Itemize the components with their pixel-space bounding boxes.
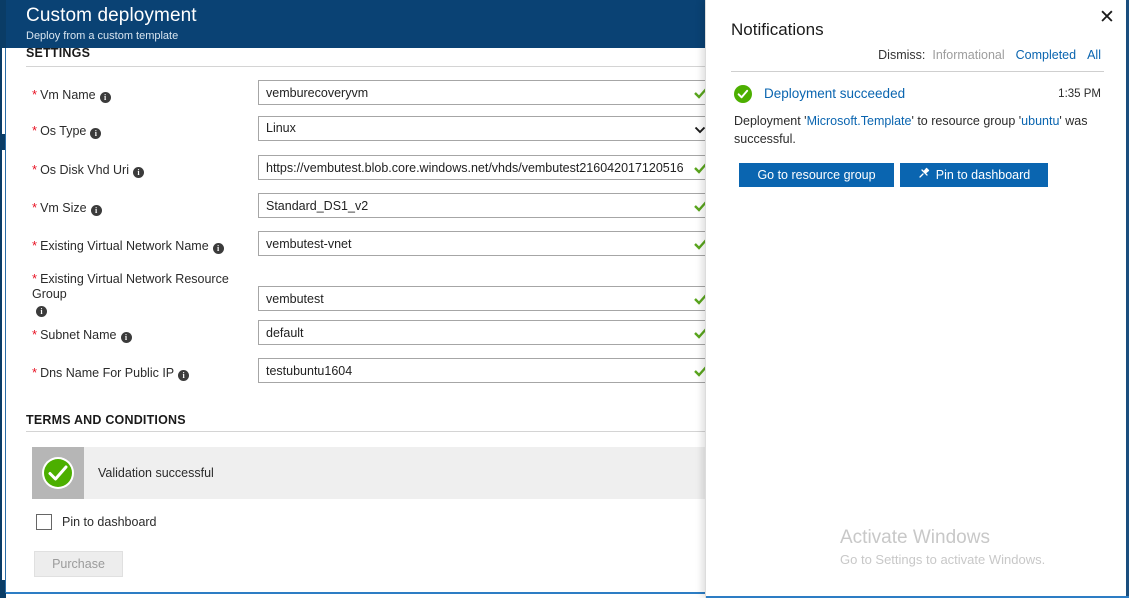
activate-windows-watermark-subtitle: Go to Settings to activate Windows. [840, 552, 1046, 567]
dismiss-all-link[interactable]: All [1087, 48, 1101, 62]
template-link[interactable]: Microsoft.Template [807, 114, 912, 128]
field-label-existing-vnet-resource-group: * Existing Virtual Network Resource Group… [32, 271, 229, 317]
terms-section-heading: TERMS AND CONDITIONS [26, 413, 186, 427]
azure-portal-screen: Custom deployment Deploy from a custom t… [0, 0, 1129, 598]
field-label-vm-name: * Vm Name i [32, 88, 257, 103]
notification-description: Deployment 'Microsoft.Template' to resou… [734, 112, 1094, 148]
terms-divider [26, 431, 709, 432]
blade-header: Custom deployment Deploy from a custom t… [6, 0, 709, 48]
pin-icon [918, 163, 930, 187]
vm-name-input[interactable] [258, 80, 710, 105]
form-row-subnet-name: * Subnet Name i [6, 320, 710, 352]
settings-section-heading: SETTINGS [26, 46, 91, 60]
info-icon[interactable]: i [132, 167, 144, 178]
dns-name-for-public-ip-input[interactable] [258, 358, 710, 383]
required-asterisk: * [32, 162, 38, 177]
pin-to-dashboard-checkbox[interactable] [36, 514, 52, 530]
blade-body: SETTINGS *Vm Namei *Os Typei Linux [6, 46, 727, 594]
required-asterisk: * [32, 365, 38, 380]
field-label-os-type: * Os Type i [32, 124, 257, 139]
validation-success-icon [32, 447, 84, 499]
resource-group-link[interactable]: ubuntu [1021, 114, 1059, 128]
validation-message: Validation successful [98, 466, 214, 480]
info-icon[interactable]: i [90, 205, 102, 216]
purchase-button[interactable]: Purchase [34, 551, 123, 577]
pin-to-dashboard-button-label: Pin to dashboard [935, 168, 1031, 182]
existing-vnet-resource-group-input[interactable] [258, 286, 710, 311]
activate-windows-watermark-title: Activate Windows [840, 527, 990, 548]
desc-prefix: Deployment ' [734, 114, 807, 128]
success-check-icon [734, 85, 752, 103]
page-subtitle: Deploy from a custom template [26, 30, 179, 42]
existing-vnet-name-input[interactable] [258, 231, 710, 256]
info-icon[interactable]: i [178, 370, 190, 381]
field-label-existing-vnet-name: * Existing Virtual Network Name i [32, 239, 257, 254]
form-row-os-type: * Os Type i Linux [6, 116, 710, 148]
dismiss-completed-link[interactable]: Completed [1016, 48, 1076, 62]
info-icon[interactable]: i [120, 332, 132, 343]
pin-to-dashboard-button[interactable]: Pin to dashboard [900, 163, 1048, 187]
notifications-divider [731, 71, 1104, 72]
info-icon[interactable]: i [90, 128, 102, 139]
required-asterisk: * [32, 327, 38, 342]
notifications-panel: ✕ Notifications Dismiss: Informational Com… [705, 0, 1129, 598]
notification-status-title[interactable]: Deployment succeeded [764, 86, 905, 101]
os-disk-vhd-uri-input[interactable] [258, 155, 710, 180]
dismiss-filter-row: Dismiss: Informational Completed All [878, 48, 1101, 62]
required-asterisk: * [32, 238, 38, 253]
required-asterisk: * [32, 123, 38, 138]
field-label-os-disk-vhd-uri: * Os Disk Vhd Uri i [32, 163, 257, 178]
subnet-name-input[interactable] [258, 320, 710, 345]
close-icon[interactable]: ✕ [1093, 5, 1117, 29]
dismiss-label: Dismiss: [878, 48, 926, 62]
blade-bottom-border [6, 592, 715, 594]
page-title: Custom deployment [26, 5, 197, 26]
vm-size-input[interactable] [258, 193, 710, 218]
form-row-os-disk-vhd-uri: * Os Disk Vhd Uri i [6, 155, 710, 187]
form-row-existing-vnet-resource-group: * Existing Virtual Network Resource Group… [6, 270, 710, 317]
dismiss-informational-link[interactable]: Informational [932, 48, 1004, 62]
form-row-existing-vnet-name: * Existing Virtual Network Name i [6, 231, 710, 263]
desc-middle: ' to resource group ' [911, 114, 1022, 128]
field-label-dns-name-for-public-ip: * Dns Name For Public IP i [32, 366, 257, 381]
notifications-title: Notifications [731, 20, 824, 39]
form-row-dns-name-for-public-ip: * Dns Name For Public IP i [6, 358, 710, 390]
pin-to-dashboard-label: Pin to dashboard [62, 515, 157, 529]
form-row-vm-name: * Vm Name i [6, 80, 710, 112]
os-type-select[interactable]: Linux [258, 116, 710, 141]
go-to-resource-group-button[interactable]: Go to resource group [739, 163, 894, 187]
notification-timestamp: 1:35 PM [1058, 88, 1101, 100]
info-icon[interactable]: i [99, 92, 111, 103]
info-icon[interactable]: i [36, 306, 47, 317]
required-asterisk: * [32, 87, 38, 102]
required-asterisk: * [32, 271, 38, 286]
info-icon[interactable]: i [212, 243, 224, 254]
validation-banner: Validation successful [32, 447, 727, 499]
field-label-vm-size: * Vm Size i [32, 201, 257, 216]
field-label-subnet-name: * Subnet Name i [32, 328, 257, 343]
required-asterisk: * [32, 200, 38, 215]
settings-divider [26, 66, 709, 67]
form-row-vm-size: * Vm Size i [6, 193, 710, 225]
